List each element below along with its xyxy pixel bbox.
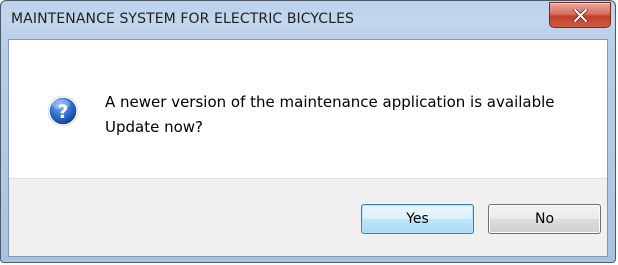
close-icon <box>573 9 588 22</box>
title-bar[interactable]: MAINTENANCE SYSTEM FOR ELECTRIC BICYCLES <box>1 1 615 41</box>
message-area: ? A newer version of the maintenance app… <box>9 40 607 178</box>
button-area: Yes No <box>9 178 607 256</box>
yes-button[interactable]: Yes <box>361 204 474 234</box>
svg-text:?: ? <box>57 101 68 123</box>
message-line-1: A newer version of the maintenance appli… <box>105 93 555 111</box>
dialog-client-area: ? A newer version of the maintenance app… <box>8 39 608 257</box>
window-title: MAINTENANCE SYSTEM FOR ELECTRIC BICYCLES <box>11 11 355 27</box>
message-line-2: Update now? <box>105 118 204 136</box>
question-icon: ? <box>47 95 79 127</box>
close-button[interactable] <box>549 2 611 28</box>
dialog-window: MAINTENANCE SYSTEM FOR ELECTRIC BICYCLES <box>0 0 616 263</box>
no-button[interactable]: No <box>488 204 601 234</box>
